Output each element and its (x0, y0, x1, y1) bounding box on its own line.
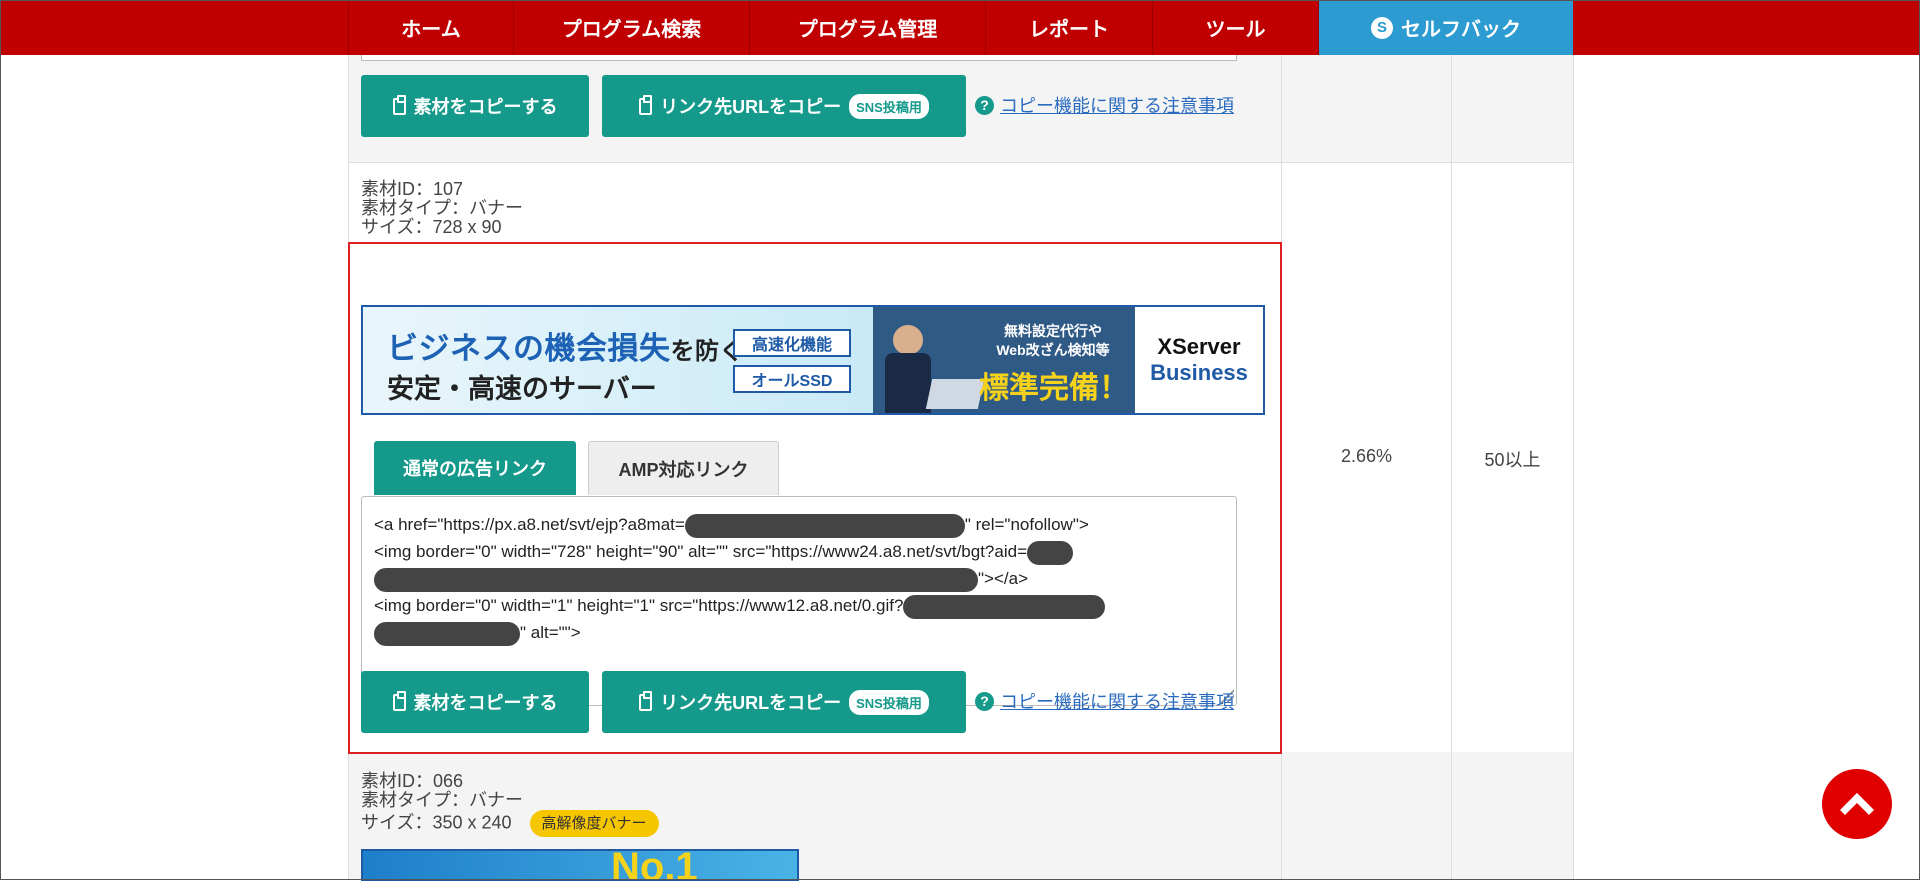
tab-normal-link[interactable]: 通常の広告リンク (374, 441, 576, 495)
banner-preview[interactable]: ビジネスの機会損失を防ぐ 安定・高速のサーバー 高速化機能 オールSSD 無料設… (361, 305, 1265, 415)
material-id: 素材ID：066 (361, 771, 464, 791)
nav-menu: ホーム プログラム検索 プログラム管理 レポート ツール S セルフバック (348, 0, 1573, 55)
material-cell: 素材ID：066 素材タイプ：バナー サイズ：350 x 240 高解像度バナー … (349, 752, 1281, 881)
chevron-up-icon (1840, 793, 1874, 827)
copy-url-button[interactable]: リンク先URLをコピー SNS投稿用 (602, 671, 966, 733)
sns-badge: SNS投稿用 (849, 689, 929, 715)
code-text: " alt=""> (520, 623, 581, 642)
selfback-label: セルフバック (1401, 19, 1521, 41)
code-text: <img border="0" width="1" height="1" src… (374, 596, 904, 615)
clipboard-icon (392, 690, 406, 711)
redacted-block (684, 513, 965, 538)
clipboard-icon (639, 690, 653, 711)
sns-badge: SNS投稿用 (849, 93, 929, 119)
nav-program-search[interactable]: プログラム検索 (513, 0, 749, 55)
redacted-block (374, 567, 978, 592)
material-cell: 素材ID：107 素材タイプ：バナー サイズ：728 x 90 ビジネスの機会損… (349, 162, 1281, 752)
code-text: "></a> (978, 569, 1028, 588)
banner-mid-big: 標準完備！ (979, 372, 1129, 405)
clipboard-icon (392, 94, 406, 115)
count-value: 50以上 (1484, 450, 1541, 470)
clipboard-icon (639, 94, 653, 115)
redacted-block (374, 621, 520, 646)
material-type: 素材タイプ：バナー (361, 198, 523, 218)
material-size-text: サイズ：350 x 240 (361, 812, 512, 833)
code-text: <a href="https://px.a8.net/svt/ejp?a8mat… (374, 515, 685, 534)
banner-brand: XServer Business (1135, 307, 1263, 413)
banner-mid: 無料設定代行や Web改ざん検知等 標準完備！ (873, 307, 1135, 413)
table-row: 素材ID：066 素材タイプ：バナー サイズ：350 x 240 高解像度バナー … (349, 752, 1573, 881)
copy-note-link[interactable]: コピー機能に関する注意事項 (1000, 92, 1234, 118)
code-line: <a href="https://px.a8.net/svt/ejp?a8mat… (374, 511, 1224, 538)
copy-material-label: 素材をコピーする (413, 97, 558, 117)
top-nav: ホーム プログラム検索 プログラム管理 レポート ツール S セルフバック (0, 0, 1920, 55)
code-text: " rel="nofollow"> (964, 515, 1089, 534)
material-id: 素材ID：107 (361, 179, 464, 199)
copy-note: ? コピー機能に関する注意事項 (975, 92, 1234, 118)
banner-subline: 安定・高速のサーバー (387, 374, 657, 404)
banner-left: ビジネスの機会損失を防ぐ 安定・高速のサーバー 高速化機能 オールSSD (363, 307, 873, 413)
banner-preview[interactable]: No.1 (361, 849, 799, 881)
copy-note: ? コピー機能に関する注意事項 (975, 688, 1234, 714)
code-line: "></a> (374, 565, 1224, 592)
ctr-cell (1281, 55, 1451, 162)
code-textarea-cut (361, 55, 1237, 61)
copy-material-label: 素材をコピーする (413, 693, 558, 713)
count-cell (1451, 752, 1573, 880)
material-size: サイズ：350 x 240 高解像度バナー (361, 810, 659, 837)
table-row: 素材ID：107 素材タイプ：バナー サイズ：728 x 90 ビジネスの機会損… (349, 162, 1573, 753)
material-table: 素材をコピーする リンク先URLをコピー SNS投稿用 ? コピー機能に関する注… (348, 55, 1574, 881)
question-icon: ? (975, 691, 994, 711)
table-row: 素材をコピーする リンク先URLをコピー SNS投稿用 ? コピー機能に関する注… (349, 55, 1573, 163)
ctr-value: 2.66% (1340, 446, 1393, 466)
material-size: サイズ：728 x 90 (361, 217, 502, 237)
copy-url-label: リンク先URLをコピー (660, 693, 842, 713)
code-line: <img border="0" width="728" height="90" … (374, 538, 1224, 565)
banner-headline: ビジネスの機会損失を防ぐ (387, 323, 744, 368)
banner-brand-xserver: XServer (1157, 334, 1241, 359)
banner-mid-line1: 無料設定代行や (1004, 323, 1102, 339)
material-type: 素材タイプ：バナー (361, 790, 523, 810)
banner-tag-ssd: オールSSD (733, 365, 851, 393)
material-cell: 素材をコピーする リンク先URLをコピー SNS投稿用 ? コピー機能に関する注… (349, 55, 1281, 162)
copy-material-button[interactable]: 素材をコピーする (361, 671, 589, 733)
laptop-icon (925, 379, 985, 409)
banner-tag-speed: 高速化機能 (733, 329, 851, 357)
scroll-top-button[interactable] (1822, 769, 1892, 839)
ctr-cell (1281, 752, 1451, 880)
copy-note-link[interactable]: コピー機能に関する注意事項 (1000, 688, 1234, 714)
hi-res-badge: 高解像度バナー (529, 810, 659, 837)
banner-mid-line2: Web改ざん検知等 (996, 342, 1110, 358)
code-line: " alt=""> (374, 619, 1224, 646)
ctr-cell: 2.66% (1281, 162, 1451, 752)
person-head-icon (893, 325, 923, 355)
code-line: <img border="0" width="1" height="1" src… (374, 592, 1224, 619)
count-cell (1451, 55, 1573, 162)
copy-url-label: リンク先URLをコピー (660, 97, 842, 117)
redacted-block (903, 594, 1106, 619)
nav-program-manage[interactable]: プログラム管理 (749, 0, 985, 55)
nav-home[interactable]: ホーム (348, 0, 513, 55)
banner-brand-business: Business (1150, 360, 1248, 385)
tab-amp-link[interactable]: AMP対応リンク (588, 441, 779, 495)
redacted-block (1027, 540, 1073, 565)
nav-selfback[interactable]: S セルフバック (1319, 0, 1573, 55)
count-cell: 50以上 (1451, 162, 1573, 752)
copy-url-button[interactable]: リンク先URLをコピー SNS投稿用 (602, 75, 966, 137)
nav-report[interactable]: レポート (985, 0, 1152, 55)
material-meta: 素材ID：107 素材タイプ：バナー サイズ：728 x 90 (361, 180, 523, 237)
material-meta: 素材ID：066 素材タイプ：バナー サイズ：350 x 240 高解像度バナー (361, 772, 659, 837)
copy-material-button[interactable]: 素材をコピーする (361, 75, 589, 137)
banner-headline-main: ビジネスの機会損失 (387, 331, 671, 366)
question-icon: ? (975, 95, 994, 115)
code-text: <img border="0" width="728" height="90" … (374, 542, 1027, 561)
banner-no1-text: No.1 (611, 849, 698, 881)
nav-tools[interactable]: ツール (1152, 0, 1319, 55)
selfback-icon: S (1371, 16, 1393, 39)
person-body-icon (885, 353, 931, 413)
